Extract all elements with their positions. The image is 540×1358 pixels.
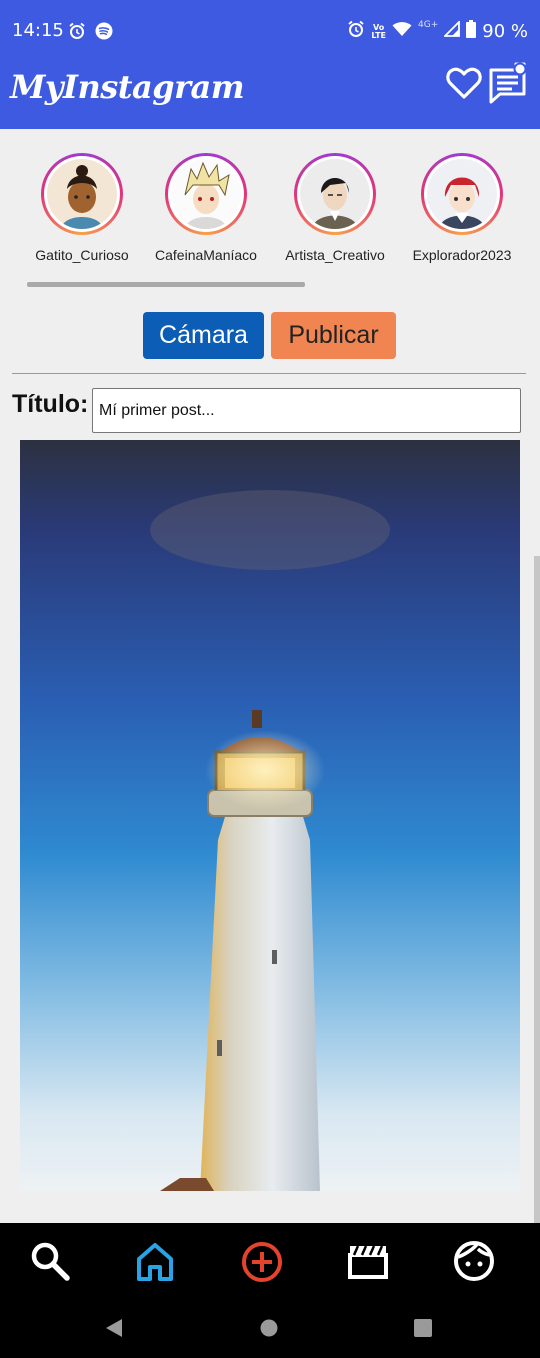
wifi-icon	[392, 21, 412, 42]
volte-badge: Vo LTE	[371, 23, 387, 40]
bottom-nav	[0, 1223, 540, 1298]
story-ring	[165, 153, 247, 235]
story-item[interactable]: Gatito_Curioso	[17, 150, 147, 263]
camera-button[interactable]: Cámara	[143, 312, 264, 359]
spotify-icon	[95, 22, 113, 44]
signal-tag: 4G+	[418, 20, 439, 30]
story-avatar	[171, 159, 241, 229]
story-ring	[294, 153, 376, 235]
home-circle-icon[interactable]	[260, 1319, 278, 1342]
messages-icon[interactable]	[488, 62, 528, 109]
title-input[interactable]	[92, 388, 521, 433]
battery-icon	[466, 20, 477, 43]
status-time: 14:15	[12, 20, 64, 41]
story-username: Gatito_Curioso	[35, 247, 129, 263]
stories-scrollbar[interactable]	[27, 282, 305, 287]
alarm-icon	[347, 20, 365, 43]
story-ring	[41, 153, 123, 235]
battery-level: 90 %	[482, 21, 528, 42]
status-bar: 14:15 Vo LTE 4G+ 90 %	[0, 0, 540, 60]
story-username: Explorador2023	[412, 247, 512, 263]
recents-icon[interactable]	[414, 1319, 432, 1342]
story-avatar	[427, 159, 497, 229]
story-username: Artista_Creativo	[285, 247, 385, 263]
volte-bottom: LTE	[371, 30, 387, 40]
alarm-icon	[68, 22, 86, 44]
face-icon[interactable]	[452, 1239, 496, 1283]
add-circle-icon[interactable]	[239, 1239, 283, 1283]
stories-row[interactable]: Gatito_Curioso CafeinaManíaco Artista_Cr…	[0, 150, 540, 270]
back-icon[interactable]	[104, 1318, 124, 1343]
clapperboard-icon[interactable]	[346, 1239, 390, 1283]
status-icons: Vo LTE 4G+ 90 %	[347, 19, 528, 43]
story-item[interactable]: CafeinaManíaco	[141, 150, 271, 263]
post-image	[20, 440, 520, 1191]
app-title: MyInstagram	[10, 68, 245, 106]
signal-icon	[443, 19, 461, 42]
heart-icon[interactable]	[446, 66, 482, 105]
story-avatar	[300, 159, 370, 229]
title-label: Título:	[12, 390, 89, 418]
home-icon[interactable]	[133, 1239, 177, 1283]
system-nav-bar	[0, 1298, 540, 1358]
search-icon[interactable]	[28, 1239, 72, 1283]
story-username: CafeinaManíaco	[155, 247, 257, 263]
publish-button[interactable]: Publicar	[271, 312, 396, 359]
story-item[interactable]: Artista_Creativo	[270, 150, 400, 263]
divider	[12, 373, 526, 374]
story-avatar	[47, 159, 117, 229]
story-ring	[421, 153, 503, 235]
page-scrollbar[interactable]	[534, 556, 540, 1223]
story-item[interactable]: Explorador2023	[397, 150, 527, 263]
